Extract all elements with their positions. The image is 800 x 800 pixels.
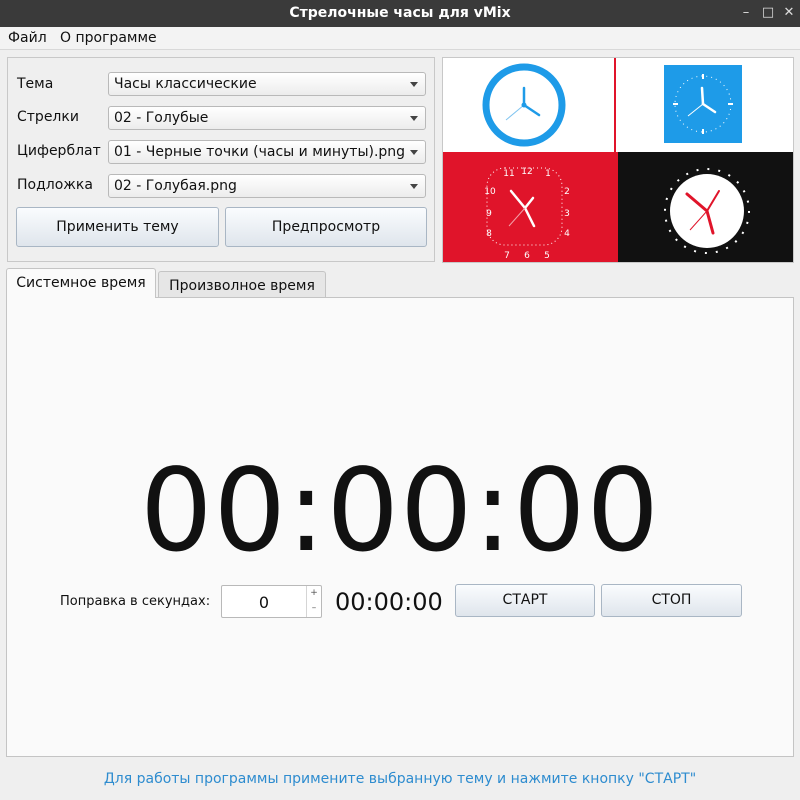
correction-spinbox[interactable]: 0 + – xyxy=(221,585,322,618)
svg-text:12: 12 xyxy=(521,167,532,177)
stop-button[interactable]: СТОП xyxy=(601,584,742,617)
svg-text:6: 6 xyxy=(524,251,530,261)
correction-label: Поправка в секундах: xyxy=(60,594,211,609)
theme-settings-group: Тема Часы классические Стрелки 02 - Голу… xyxy=(7,57,435,262)
apply-theme-button[interactable]: Применить тему xyxy=(16,207,219,247)
menu-file[interactable]: Файл xyxy=(8,30,47,46)
hands-select-value: 02 - Голубые xyxy=(114,110,209,126)
small-time-display: 00:00:00 xyxy=(335,588,443,616)
chevron-down-icon xyxy=(410,116,418,121)
background-select[interactable]: 02 - Голубая.png xyxy=(108,174,426,198)
preview-blue-square-icon xyxy=(664,65,742,143)
background-label: Подложка xyxy=(17,177,93,193)
chevron-down-icon xyxy=(410,184,418,189)
tab-custom-time[interactable]: Произволное время xyxy=(158,271,326,299)
close-icon[interactable]: ✕ xyxy=(781,5,797,21)
hands-label: Стрелки xyxy=(17,109,79,125)
svg-text:11: 11 xyxy=(503,169,514,179)
spin-down-icon[interactable]: – xyxy=(307,601,321,616)
system-time-panel: 00:00:00 Поправка в секундах: 0 + – 00:0… xyxy=(6,297,794,757)
correction-value: 0 xyxy=(258,593,270,612)
svg-text:7: 7 xyxy=(504,251,510,261)
big-time-display: 00:00:00 xyxy=(140,444,660,577)
status-message: Для работы программы примените выбранную… xyxy=(103,771,697,787)
theme-label: Тема xyxy=(17,76,54,92)
svg-text:1: 1 xyxy=(545,169,551,179)
dial-label: Циферблат xyxy=(17,143,101,159)
menu-about[interactable]: О программе xyxy=(60,30,157,46)
chevron-down-icon xyxy=(410,150,418,155)
spin-up-icon[interactable]: + xyxy=(307,586,321,601)
theme-select-value: Часы классические xyxy=(114,76,257,92)
chevron-down-icon xyxy=(410,82,418,87)
preview-button[interactable]: Предпросмотр xyxy=(225,207,427,247)
svg-text:5: 5 xyxy=(544,251,550,261)
window-title: Стрелочные часы для vMix xyxy=(289,5,511,21)
clock-preview-panel: 12 1 2 3 4 5 6 7 8 9 10 11 xyxy=(442,57,794,263)
svg-text:9: 9 xyxy=(486,209,492,219)
spin-controls: + – xyxy=(306,586,321,617)
title-bar: Стрелочные часы для vMix – □ ✕ xyxy=(0,0,800,27)
maximize-icon[interactable]: □ xyxy=(760,5,776,21)
svg-text:10: 10 xyxy=(484,187,496,197)
preview-classic-blue-icon xyxy=(482,63,566,147)
svg-text:8: 8 xyxy=(486,229,492,239)
dial-select[interactable]: 01 - Черные точки (часы и минуты).png xyxy=(108,140,426,164)
minimize-icon[interactable]: – xyxy=(738,5,754,21)
clock-previews: 12 1 2 3 4 5 6 7 8 9 10 11 xyxy=(443,58,793,262)
tab-system-time[interactable]: Системное время xyxy=(6,268,156,298)
theme-select[interactable]: Часы классические xyxy=(108,72,426,96)
hands-select[interactable]: 02 - Голубые xyxy=(108,106,426,130)
dial-select-value: 01 - Черные точки (часы и минуты).png xyxy=(114,144,406,160)
menu-bar: Файл О программе xyxy=(0,27,800,50)
start-button[interactable]: СТАРТ xyxy=(455,584,595,617)
svg-text:2: 2 xyxy=(564,187,570,197)
svg-text:3: 3 xyxy=(564,209,570,219)
svg-text:4: 4 xyxy=(564,229,570,239)
background-select-value: 02 - Голубая.png xyxy=(114,178,237,194)
